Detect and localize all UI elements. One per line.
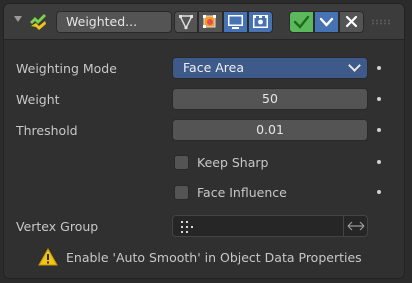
render-icon <box>253 15 268 28</box>
chevron-down-icon <box>348 59 361 72</box>
weighting-mode-dropdown[interactable]: Face Area <box>172 57 368 79</box>
vertex-group-label: Vertex Group <box>16 219 99 234</box>
keep-sharp-checkbox[interactable] <box>174 155 189 170</box>
weight-field[interactable]: 50 <box>172 88 368 110</box>
invert-vertex-group-button[interactable] <box>343 215 368 237</box>
keyframe-dot-icon[interactable] <box>377 97 381 101</box>
modifier-header: Weighted... <box>4 4 404 40</box>
apply-icon <box>293 15 310 29</box>
edit-mode-cage-button[interactable] <box>174 11 198 33</box>
keyframe-dot-icon[interactable] <box>377 160 381 164</box>
viewport-display-button[interactable] <box>223 11 248 33</box>
drag-grip-icon[interactable] <box>371 19 391 25</box>
edit-mode-button[interactable] <box>198 11 223 33</box>
apply-button[interactable] <box>289 11 314 33</box>
warning-message: Enable 'Auto Smooth' in Object Data Prop… <box>66 250 362 265</box>
face-influence-checkbox[interactable] <box>174 185 189 200</box>
arrow-left-right-icon <box>347 221 365 231</box>
weighted-normal-modifier-panel: Weighted... Weighting Mode Face Area Wei… <box>3 3 405 279</box>
modifier-name-field[interactable]: Weighted... <box>56 11 172 33</box>
vertex-group-field[interactable] <box>172 215 344 237</box>
vertex-group-icon <box>181 221 193 233</box>
weight-label: Weight <box>16 92 60 107</box>
threshold-label: Threshold <box>16 123 78 138</box>
close-icon <box>345 15 358 28</box>
viewport-display-icon <box>228 15 243 29</box>
keep-sharp-label[interactable]: Keep Sharp <box>197 155 268 170</box>
weighted-normal-modifier-icon <box>30 14 46 30</box>
warning-icon <box>38 248 58 266</box>
keyframe-dot-icon[interactable] <box>377 190 381 194</box>
edit-mode-icon <box>203 15 216 28</box>
threshold-field[interactable]: 0.01 <box>172 119 368 141</box>
keyframe-dot-icon[interactable] <box>377 128 381 132</box>
edit-mode-cage-icon <box>178 15 194 30</box>
keyframe-dot-icon[interactable] <box>377 66 381 70</box>
expand-arrow-icon[interactable] <box>14 16 22 22</box>
delete-modifier-button[interactable] <box>339 11 364 33</box>
face-influence-label[interactable]: Face Influence <box>197 185 287 200</box>
render-button[interactable] <box>248 11 273 33</box>
weighting-mode-label: Weighting Mode <box>16 61 117 76</box>
more-options-button[interactable] <box>314 11 339 33</box>
dropdown-chevron-icon <box>319 17 334 27</box>
weighting-mode-value: Face Area <box>183 60 245 75</box>
